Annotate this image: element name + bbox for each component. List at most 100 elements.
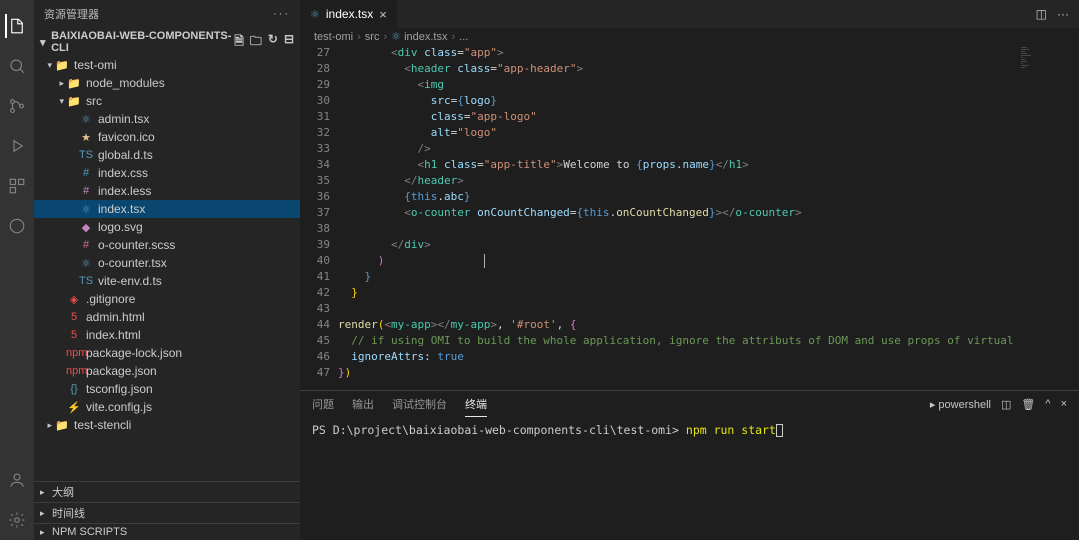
search-icon[interactable] bbox=[5, 54, 29, 78]
file-index.tsx[interactable]: ⚛ index.tsx bbox=[34, 200, 300, 218]
file-icon: TS bbox=[78, 275, 94, 287]
breadcrumb-0[interactable]: test-omi bbox=[314, 31, 353, 43]
file-icon: # bbox=[78, 185, 94, 197]
sidebar-title-text: 资源管理器 bbox=[44, 6, 99, 22]
panel-tab-3[interactable]: 终端 bbox=[465, 392, 487, 417]
tree-item-label: o-counter.tsx bbox=[98, 256, 167, 270]
run-debug-icon[interactable] bbox=[5, 134, 29, 158]
split-terminal-icon[interactable]: ◫ bbox=[1001, 398, 1011, 411]
source-control-icon[interactable] bbox=[5, 94, 29, 118]
file-icon: 5 bbox=[66, 329, 82, 341]
terminal[interactable]: PS D:\project\baixiaobai-web-components-… bbox=[300, 417, 1079, 540]
sidebar: 资源管理器 ··· ▾ BAIXIAOBAI-WEB-COMPONENTS-CL… bbox=[34, 0, 300, 540]
file-icon: ◆ bbox=[78, 221, 94, 234]
folder-icon: 📁 bbox=[66, 95, 82, 108]
file-admin.tsx[interactable]: ⚛ admin.tsx bbox=[34, 110, 300, 128]
tree-item-label: package.json bbox=[86, 364, 157, 378]
tree-item-label: tsconfig.json bbox=[86, 382, 153, 396]
more-tabs-icon[interactable]: ··· bbox=[1057, 7, 1069, 21]
section-NPM SCRIPTS[interactable]: ▸NPM SCRIPTS bbox=[34, 523, 300, 540]
sidebar-title: 资源管理器 ··· bbox=[34, 0, 300, 28]
tree-item-label: .gitignore bbox=[86, 292, 135, 306]
folder-test-omi[interactable]: ▾📁test-omi bbox=[34, 56, 300, 74]
file-icon: # bbox=[78, 167, 94, 179]
account-icon[interactable] bbox=[5, 468, 29, 492]
code-content[interactable]: <div class="app"> <header class="app-hea… bbox=[338, 45, 1019, 390]
terminal-cursor bbox=[776, 424, 783, 437]
terminal-prompt: PS D:\project\baixiaobai-web-components-… bbox=[312, 423, 679, 437]
new-folder-icon[interactable]: 🗀 bbox=[250, 32, 262, 53]
collapse-icon[interactable]: ⊟ bbox=[284, 32, 294, 53]
file-.gitignore[interactable]: ◈ .gitignore bbox=[34, 290, 300, 308]
file-admin.html[interactable]: 5 admin.html bbox=[34, 308, 300, 326]
file-vite.config.js[interactable]: ⚡ vite.config.js bbox=[34, 398, 300, 416]
panel-tab-2[interactable]: 调试控制台 bbox=[392, 392, 447, 416]
split-editor-icon[interactable]: ◫ bbox=[1036, 7, 1047, 21]
folder-test-stencli[interactable]: ▸📁test-stencli bbox=[34, 416, 300, 434]
file-favicon.ico[interactable]: ★favicon.ico bbox=[34, 128, 300, 146]
folder-src[interactable]: ▾📁src bbox=[34, 92, 300, 110]
sidebar-more-icon[interactable]: ··· bbox=[273, 8, 290, 20]
tree-item-label: vite.config.js bbox=[86, 400, 152, 414]
file-icon: TS bbox=[78, 149, 94, 161]
tree-item-label: favicon.ico bbox=[98, 130, 155, 144]
tree-item-label: index.less bbox=[98, 184, 151, 198]
tree-item-label: admin.tsx bbox=[98, 112, 149, 126]
new-file-icon[interactable]: 🗎 bbox=[234, 32, 244, 53]
tree-item-label: test-omi bbox=[74, 58, 117, 72]
remote-icon[interactable] bbox=[5, 214, 29, 238]
maximize-panel-icon[interactable]: ^ bbox=[1045, 398, 1050, 410]
minimap[interactable]: ▬▬▬▬▬▬▬▬▬▬▬▬▬▬▬▬▬▬▬▬▬▬▬▬▬▬▬▬▬▬ bbox=[1019, 45, 1079, 390]
file-tree: ▾📁test-omi▸📁node_modules▾📁src⚛admin.tsx★… bbox=[34, 56, 300, 481]
file-package.json[interactable]: npm package.json bbox=[34, 362, 300, 380]
tree-item-label: admin.html bbox=[86, 310, 145, 324]
panel-tab-0[interactable]: 问题 bbox=[312, 392, 334, 416]
tab-index-tsx[interactable]: ⚛ index.tsx × bbox=[300, 0, 397, 28]
tree-item-label: index.css bbox=[98, 166, 148, 180]
close-tab-icon[interactable]: × bbox=[379, 7, 387, 22]
file-icon: # bbox=[78, 239, 94, 251]
tree-item-label: test-stencli bbox=[74, 418, 131, 432]
extensions-icon[interactable] bbox=[5, 174, 29, 198]
project-header[interactable]: ▾ BAIXIAOBAI-WEB-COMPONENTS-CLI 🗎 🗀 ↻ ⊟ bbox=[34, 28, 300, 56]
file-logo.svg[interactable]: ◆ logo.svg bbox=[34, 218, 300, 236]
settings-gear-icon[interactable] bbox=[5, 508, 29, 532]
file-icon: npm bbox=[66, 365, 82, 377]
file-package-lock.json[interactable]: npmpackage-lock.json bbox=[34, 344, 300, 362]
file-index.less[interactable]: # index.less bbox=[34, 182, 300, 200]
file-vite-env.d.ts[interactable]: TSvite-env.d.ts bbox=[34, 272, 300, 290]
file-global.d.ts[interactable]: TSglobal.d.ts bbox=[34, 146, 300, 164]
editor-area: ⚛ index.tsx × ◫ ··· test-omi›src›⚛ index… bbox=[300, 0, 1079, 540]
breadcrumb-3[interactable]: ... bbox=[459, 31, 468, 43]
breadcrumb-2[interactable]: ⚛ index.tsx bbox=[391, 30, 447, 43]
kill-terminal-icon[interactable]: 🗑 bbox=[1021, 398, 1035, 411]
tree-item-label: index.html bbox=[86, 328, 141, 342]
panel-tab-1[interactable]: 输出 bbox=[352, 392, 374, 416]
file-icon: ⚛ bbox=[78, 203, 94, 216]
folder-icon: 📁 bbox=[66, 77, 82, 90]
tree-item-label: index.tsx bbox=[98, 202, 145, 216]
panel-tabs: 问题输出调试控制台终端 ▸ powershell ◫ 🗑 ^ × bbox=[300, 391, 1079, 417]
folder-icon: 📁 bbox=[54, 59, 70, 72]
file-icon: 5 bbox=[66, 311, 82, 323]
file-o-counter.tsx[interactable]: ⚛o-counter.tsx bbox=[34, 254, 300, 272]
file-index.html[interactable]: 5 index.html bbox=[34, 326, 300, 344]
close-panel-icon[interactable]: × bbox=[1061, 398, 1067, 410]
breadcrumb-1[interactable]: src bbox=[365, 31, 380, 43]
tree-item-label: logo.svg bbox=[98, 220, 143, 234]
file-icon: ⚡ bbox=[66, 401, 82, 414]
breadcrumb[interactable]: test-omi›src›⚛ index.tsx›... bbox=[300, 28, 1079, 45]
section-时间线[interactable]: ▸时间线 bbox=[34, 502, 300, 523]
file-o-counter.scss[interactable]: #o-counter.scss bbox=[34, 236, 300, 254]
refresh-icon[interactable]: ↻ bbox=[268, 32, 278, 53]
explorer-icon[interactable] bbox=[5, 14, 29, 38]
file-icon: ◈ bbox=[66, 293, 82, 306]
section-大纲[interactable]: ▸大纲 bbox=[34, 481, 300, 502]
code-editor[interactable]: 27 28 29 30 31 32 33 34 35 36 37 38 39 4… bbox=[300, 45, 1079, 390]
file-icon: ⚛ bbox=[78, 113, 94, 126]
folder-node_modules[interactable]: ▸📁node_modules bbox=[34, 74, 300, 92]
shell-selector[interactable]: ▸ powershell bbox=[930, 398, 991, 411]
file-index.css[interactable]: # index.css bbox=[34, 164, 300, 182]
file-tsconfig.json[interactable]: {}tsconfig.json bbox=[34, 380, 300, 398]
bottom-panel: 问题输出调试控制台终端 ▸ powershell ◫ 🗑 ^ × PS D:\p… bbox=[300, 390, 1079, 540]
